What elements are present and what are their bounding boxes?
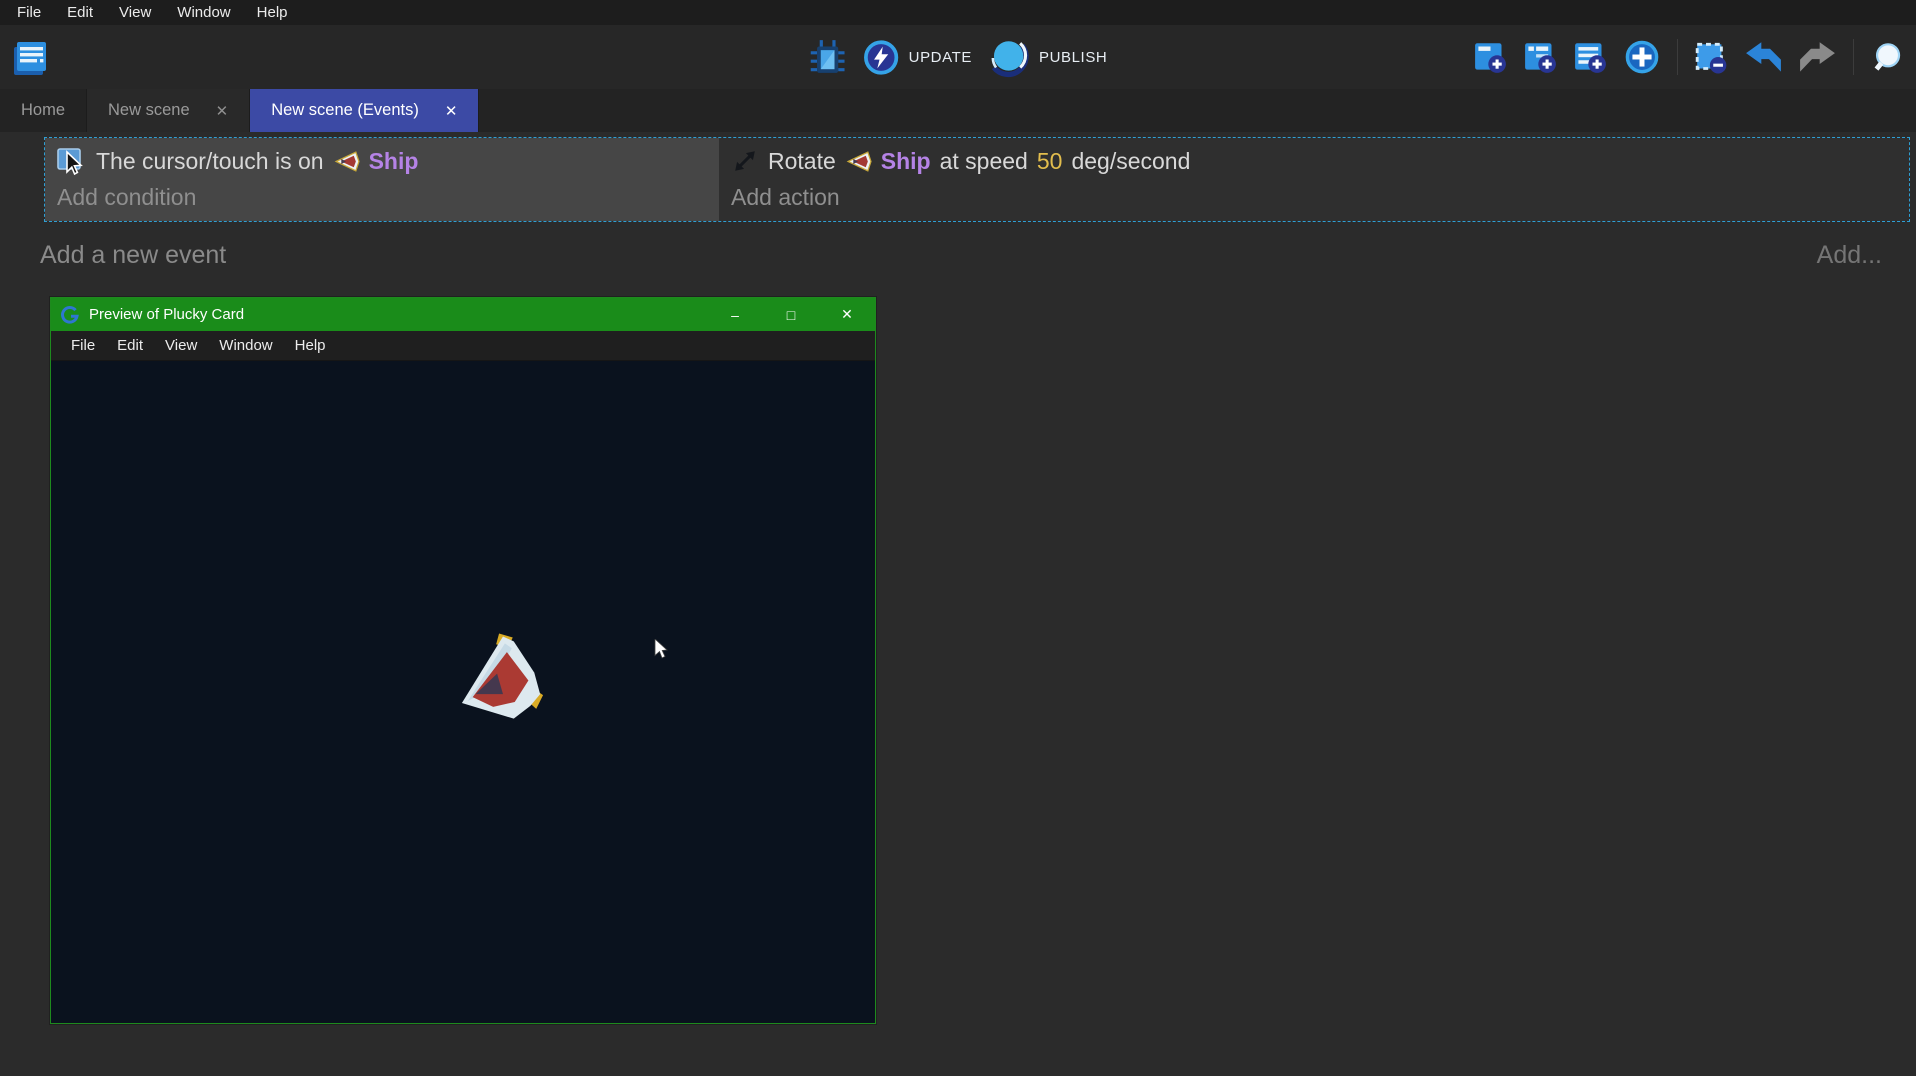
add-circle-icon[interactable] [1624, 39, 1660, 75]
condition-object-name: Ship [369, 148, 419, 175]
add-more-button[interactable]: Add... [1817, 241, 1882, 270]
gdevelop-logo-icon [60, 305, 80, 325]
maximize-button[interactable]: □ [763, 298, 819, 331]
action-object-name: Ship [881, 148, 931, 175]
update-button[interactable]: UPDATE [863, 39, 972, 76]
undo-icon[interactable] [1745, 41, 1782, 74]
publish-label: PUBLISH [1039, 49, 1107, 66]
rotate-action-icon [731, 147, 759, 175]
preview-titlebar[interactable]: Preview of Plucky Card – □ ✕ [51, 298, 875, 331]
add-new-event-button[interactable]: Add a new event [40, 241, 226, 270]
minimize-button[interactable]: – [707, 298, 763, 331]
menu-edit[interactable]: Edit [54, 0, 106, 25]
update-label: UPDATE [909, 49, 972, 66]
tab-close-icon[interactable]: ✕ [445, 102, 458, 120]
publish-planet-icon [988, 36, 1030, 78]
add-action-button[interactable]: Add action [731, 184, 1897, 211]
add-event-row: Add a new event Add... [0, 222, 1916, 270]
menu-view[interactable]: View [106, 0, 164, 25]
main-toolbar: UPDATE PUBLISH [0, 25, 1916, 89]
tab-new-scene-events[interactable]: New scene (Events) ✕ [250, 89, 479, 132]
tab-label: New scene (Events) [271, 101, 419, 120]
preview-menubar: File Edit View Window Help [51, 331, 875, 361]
ship-object-icon [333, 148, 360, 175]
condition-instruction[interactable]: The cursor/touch is on Ship [57, 143, 707, 179]
toolbar-separator [1853, 39, 1854, 75]
preview-menu-edit[interactable]: Edit [106, 337, 154, 354]
preview-menu-window[interactable]: Window [208, 337, 283, 354]
preview-menu-file[interactable]: File [60, 337, 106, 354]
close-button[interactable]: ✕ [819, 298, 875, 331]
actions-column[interactable]: Rotate Ship at speed 50 deg/second Add a… [719, 138, 1909, 221]
menu-file[interactable]: File [4, 0, 54, 25]
ship-sprite [458, 633, 546, 727]
action-speed-value: 50 [1037, 148, 1063, 175]
action-text-mid: at speed [940, 148, 1028, 175]
toolbar-separator [1677, 39, 1678, 75]
action-instruction[interactable]: Rotate Ship at speed 50 deg/second [731, 143, 1897, 179]
menu-window[interactable]: Window [164, 0, 243, 25]
ship-object-icon [845, 148, 872, 175]
game-canvas[interactable] [51, 361, 875, 1023]
project-manager-icon[interactable] [9, 36, 51, 78]
add-subevent-icon[interactable] [1524, 41, 1557, 74]
tab-label: Home [21, 101, 65, 120]
tab-home[interactable]: Home [0, 89, 87, 132]
tab-close-icon[interactable]: ✕ [216, 102, 229, 120]
cursor-on-object-icon [57, 145, 87, 177]
debug-icon[interactable] [809, 38, 847, 76]
mouse-cursor-icon [654, 639, 669, 660]
tab-label: New scene [108, 101, 190, 120]
add-condition-button[interactable]: Add condition [57, 184, 707, 211]
redo-icon[interactable] [1799, 41, 1836, 74]
event-row[interactable]: The cursor/touch is on Ship Add conditio… [44, 137, 1910, 222]
publish-button[interactable]: PUBLISH [988, 36, 1107, 78]
preview-window-title: Preview of Plucky Card [89, 306, 707, 323]
add-event-icon[interactable] [1474, 41, 1507, 74]
preview-menu-view[interactable]: View [154, 337, 208, 354]
tab-new-scene[interactable]: New scene ✕ [87, 89, 250, 132]
update-lightning-icon [863, 39, 900, 76]
preview-menu-help[interactable]: Help [284, 337, 337, 354]
condition-text: The cursor/touch is on [96, 148, 324, 175]
add-comment-icon[interactable] [1574, 41, 1607, 74]
delete-selection-icon[interactable] [1695, 41, 1728, 74]
preview-window[interactable]: Preview of Plucky Card – □ ✕ File Edit V… [50, 297, 876, 1024]
events-sheet: The cursor/touch is on Ship Add conditio… [0, 132, 1916, 270]
app-menubar: File Edit View Window Help [0, 0, 1916, 25]
search-icon[interactable] [1871, 41, 1904, 74]
menu-help[interactable]: Help [244, 0, 301, 25]
tabbar: Home New scene ✕ New scene (Events) ✕ [0, 89, 1916, 132]
preview-window-controls: – □ ✕ [707, 298, 875, 331]
action-unit: deg/second [1071, 148, 1190, 175]
action-verb: Rotate [768, 148, 836, 175]
conditions-column[interactable]: The cursor/touch is on Ship Add conditio… [45, 138, 719, 221]
